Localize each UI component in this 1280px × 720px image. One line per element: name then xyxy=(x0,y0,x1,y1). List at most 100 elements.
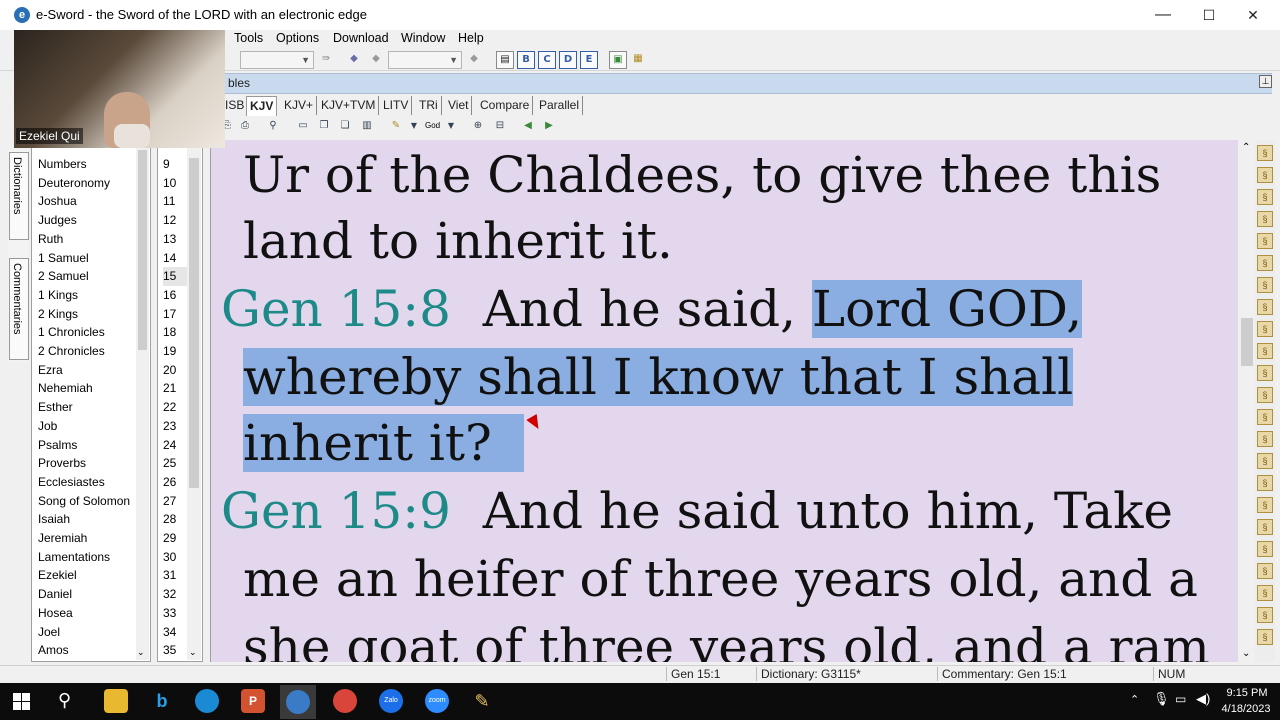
scroll-down-icon[interactable]: ⌄ xyxy=(1242,648,1250,659)
book-list[interactable]: Numbers Deuteronomy Joshua Judges Ruth 1 Samu… xyxy=(31,138,151,662)
image-icon[interactable]: ▣ xyxy=(609,51,627,69)
chapter-list-item[interactable]: 18 xyxy=(163,323,176,342)
chapter-list-item[interactable]: 30 xyxy=(163,548,176,567)
esword-taskbar-active[interactable] xyxy=(280,685,316,719)
book-list-item[interactable]: Ezekiel xyxy=(38,566,77,585)
chapter-list-item[interactable]: 34 xyxy=(163,623,176,642)
pin-icon[interactable]: ⊥ xyxy=(1259,75,1272,88)
chapter-list-item[interactable]: 11 xyxy=(163,192,175,211)
chapter-list-item[interactable]: 28 xyxy=(163,510,176,529)
book-list-item[interactable]: Psalms xyxy=(38,436,77,455)
verse-link-icon[interactable]: § xyxy=(1257,145,1273,161)
book-list-item[interactable]: Lamentations xyxy=(38,548,110,567)
verse-link-icon[interactable]: § xyxy=(1257,233,1273,249)
chapter-list-item[interactable]: 20 xyxy=(163,361,176,380)
chapter-list-item[interactable]: 24 xyxy=(163,436,176,455)
zalo-icon[interactable]: Zalo xyxy=(379,689,403,713)
document-icon[interactable]: ▭ xyxy=(296,119,310,133)
book-list-item[interactable]: Joel xyxy=(38,623,60,642)
tab-compare[interactable]: Compare xyxy=(477,96,534,115)
verse-link-icon[interactable]: § xyxy=(1257,541,1273,557)
chrome-icon[interactable] xyxy=(333,689,357,713)
chapter-list-item[interactable]: 26 xyxy=(163,473,176,492)
close-button[interactable]: ✕ xyxy=(1230,0,1276,30)
book-list-item[interactable]: Jeremiah xyxy=(38,529,87,548)
chapter-list-item[interactable]: 19 xyxy=(163,342,176,361)
highlight-dropdown-icon[interactable]: ▼ xyxy=(407,119,421,133)
tab-isb[interactable]: ISB xyxy=(222,96,249,115)
eraser-icon[interactable]: ◆ xyxy=(346,51,362,67)
book-list-item[interactable]: Judges xyxy=(38,211,77,230)
scroll-up-icon[interactable]: ⌃ xyxy=(1242,142,1250,153)
book-list-item[interactable]: Amos xyxy=(38,641,69,660)
book-list-scrollbar[interactable]: ⌄ xyxy=(136,138,149,660)
search-binoculars-icon[interactable]: ⚲ xyxy=(266,119,280,133)
next-icon[interactable]: ▶ xyxy=(542,119,556,133)
volume-icon[interactable]: ◀) xyxy=(1196,691,1210,707)
chapter-list-item[interactable]: 12 xyxy=(163,211,176,230)
book-list-item[interactable]: Nehemiah xyxy=(38,379,93,398)
menu-options[interactable]: Options xyxy=(276,31,319,45)
book-list-item[interactable]: Proverbs xyxy=(38,454,86,473)
battery-icon[interactable]: ▭ xyxy=(1175,692,1186,706)
tab-kjv-tvm[interactable]: KJV+TVM xyxy=(318,96,380,115)
clipboard-icon[interactable]: ▥ xyxy=(360,119,374,133)
chapter-list-item[interactable]: 17 xyxy=(163,305,176,324)
verse-link-icon[interactable]: § xyxy=(1257,585,1273,601)
minimize-button[interactable]: — xyxy=(1140,0,1186,30)
tab-commentaries[interactable]: Commentaries xyxy=(9,258,29,360)
book-list-item[interactable]: Ezra xyxy=(38,361,63,380)
chapter-list-item[interactable]: 22 xyxy=(163,398,176,417)
verse-link-icon[interactable]: § xyxy=(1257,409,1273,425)
font-label[interactable]: God xyxy=(425,121,440,130)
book-list-item[interactable]: Hosea xyxy=(38,604,73,623)
verse-link-icon[interactable]: § xyxy=(1257,563,1273,579)
verse-reference[interactable]: Gen 15:9 xyxy=(221,482,451,540)
verse-link-icon[interactable]: § xyxy=(1257,453,1273,469)
file-explorer-icon[interactable] xyxy=(104,689,128,713)
paint-icon[interactable]: ✎ xyxy=(470,689,494,713)
text-pane-scrollbar[interactable] xyxy=(1239,140,1255,662)
verse-link-icon[interactable]: § xyxy=(1257,343,1273,359)
verse-link-icon[interactable]: § xyxy=(1257,607,1273,623)
tab-tri[interactable]: TRi xyxy=(416,96,442,115)
chapter-list-item[interactable]: 16 xyxy=(163,286,176,305)
book-list-item[interactable]: 2 Kings xyxy=(38,305,78,324)
chapter-list-item[interactable]: 35 xyxy=(163,641,176,660)
tab-kjv-plus[interactable]: KJV+ xyxy=(281,96,318,115)
scrollbar-thumb[interactable] xyxy=(1241,318,1253,366)
maximize-button[interactable]: ☐ xyxy=(1186,0,1232,30)
verse-link-icon[interactable]: § xyxy=(1257,519,1273,535)
tab-litv[interactable]: LITV xyxy=(380,96,413,115)
verse-link-icon[interactable]: § xyxy=(1257,365,1273,381)
previous-icon[interactable]: ◀ xyxy=(521,119,535,133)
book-list-item[interactable]: Numbers xyxy=(38,155,87,174)
windows-start-icon[interactable] xyxy=(13,693,30,710)
book-list-item[interactable]: 1 Samuel xyxy=(38,249,89,268)
chapter-list-item[interactable]: 21 xyxy=(163,379,176,398)
chapter-list-scrollbar[interactable]: ⌄ xyxy=(187,138,201,660)
verse-link-icon[interactable]: § xyxy=(1257,299,1273,315)
highlight-icon[interactable]: ✎ xyxy=(389,119,403,133)
edge-icon[interactable] xyxy=(195,689,219,713)
verse-reference[interactable]: Gen 15:8 xyxy=(221,280,451,338)
layout-icon[interactable]: ▤ xyxy=(496,51,514,69)
forward-icon[interactable]: ⇛ xyxy=(318,51,334,67)
verse-link-icon[interactable]: § xyxy=(1257,321,1273,337)
book-list-item[interactable]: Ecclesiastes xyxy=(38,473,105,492)
verse-link-icon[interactable]: § xyxy=(1257,167,1273,183)
book-list-item[interactable]: Isaiah xyxy=(38,510,70,529)
verse-link-icon[interactable]: § xyxy=(1257,431,1273,447)
book-list-item[interactable]: 1 Kings xyxy=(38,286,78,305)
verse-link-icon[interactable]: § xyxy=(1257,387,1273,403)
book-list-item[interactable]: Joshua xyxy=(38,192,77,211)
clear-icon[interactable]: ◆ xyxy=(466,51,482,67)
verse-link-icon[interactable]: § xyxy=(1257,211,1273,227)
chapter-list-item[interactable]: 14 xyxy=(163,249,176,268)
verse-link-icon[interactable]: § xyxy=(1257,629,1273,645)
bing-icon[interactable]: b xyxy=(150,689,174,713)
chapter-list-item[interactable]: 23 xyxy=(163,417,176,436)
tab-viet[interactable]: Viet xyxy=(445,96,473,115)
powerpoint-icon[interactable]: P xyxy=(241,689,265,713)
book-list-item[interactable]: Deuteronomy xyxy=(38,174,110,193)
